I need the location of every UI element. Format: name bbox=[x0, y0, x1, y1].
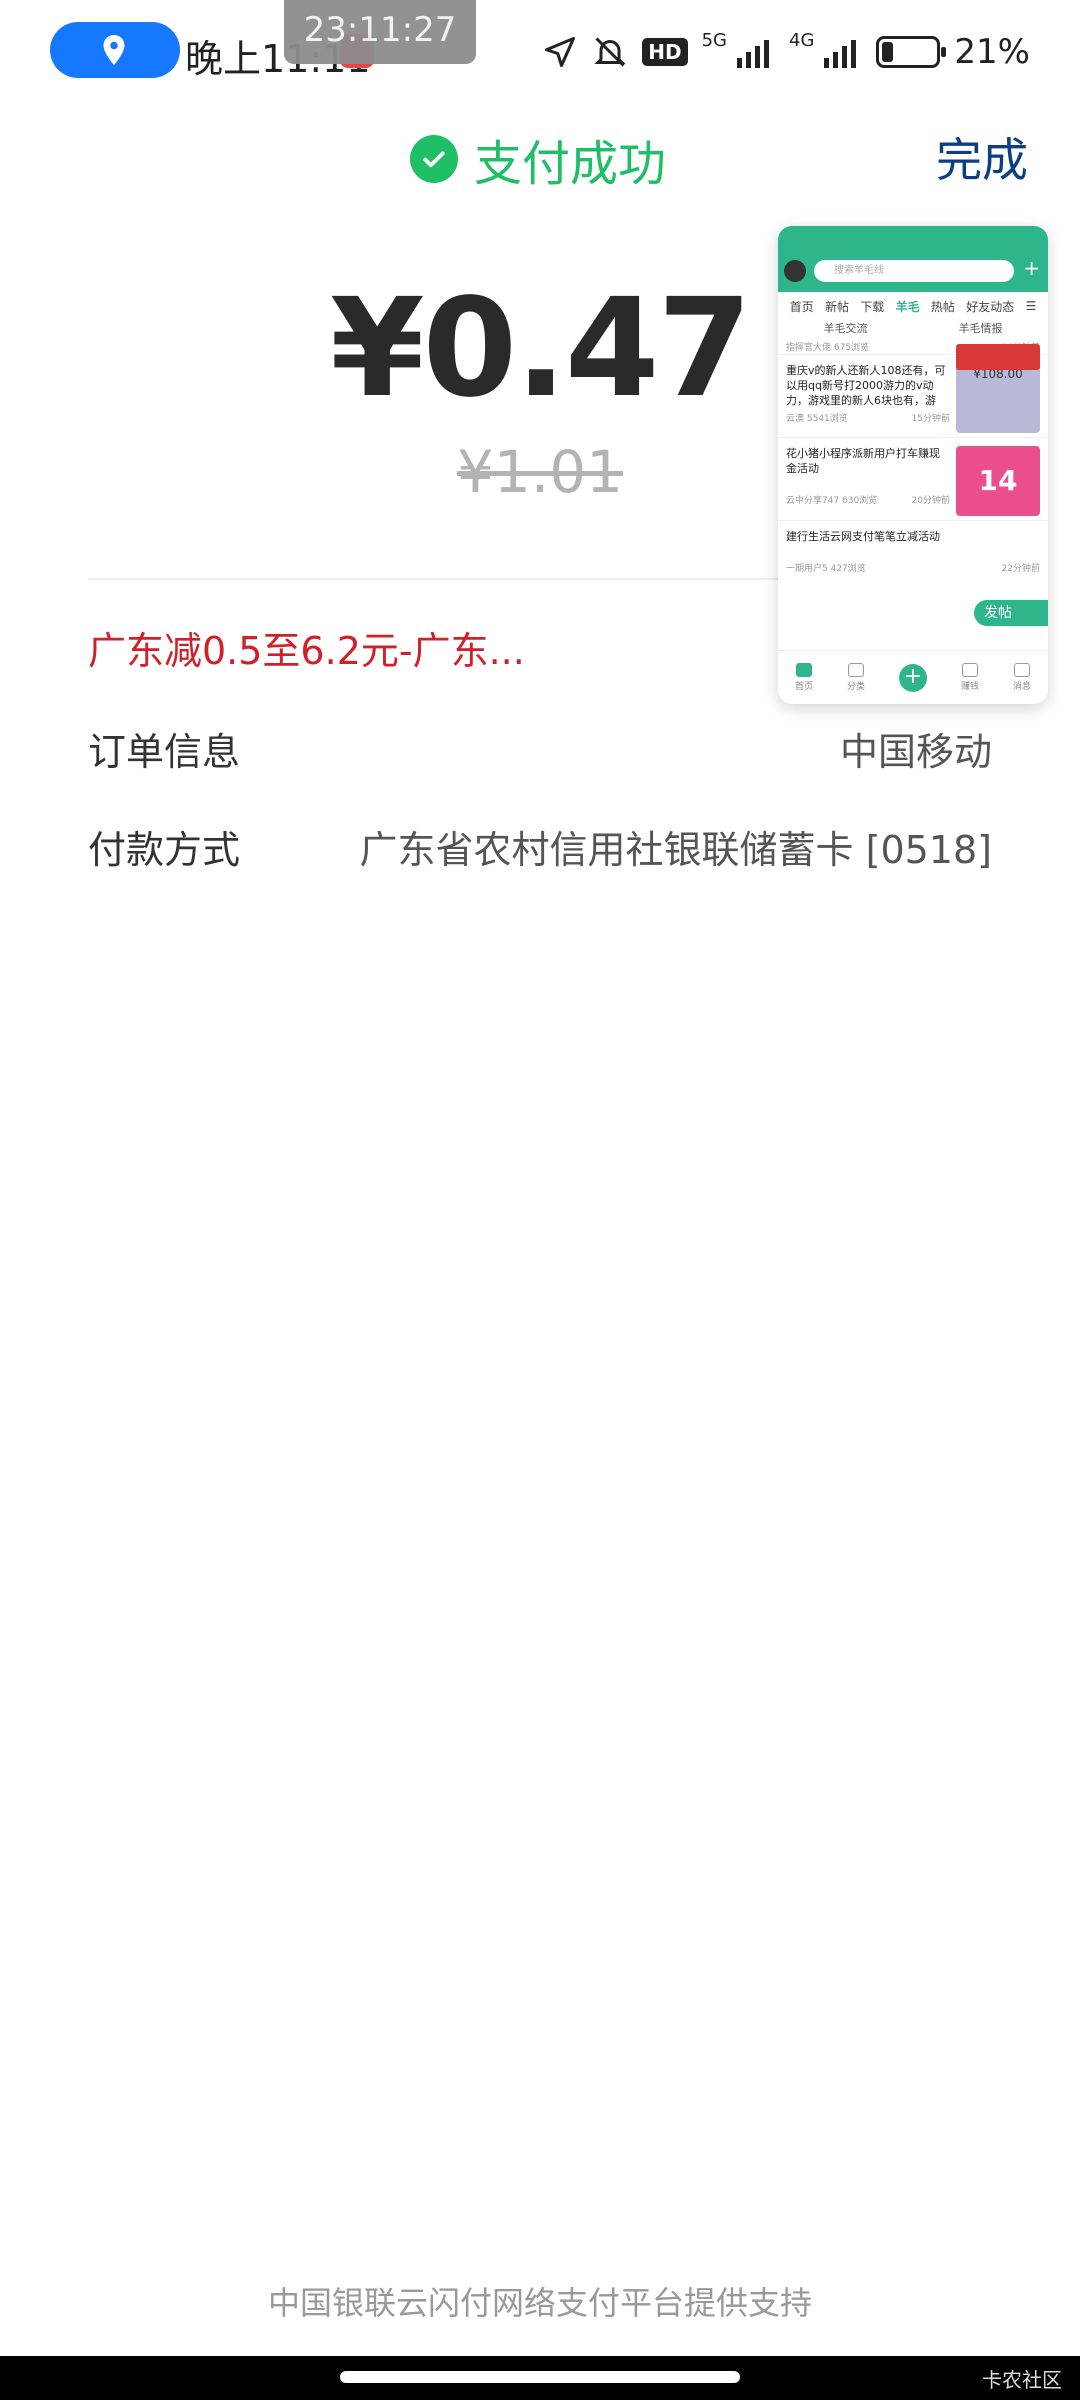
pip-item-meta: 一期用户5 427浏览 bbox=[786, 564, 866, 574]
pip-item-time: 15分钟前 bbox=[911, 414, 950, 424]
check-circle-icon bbox=[410, 135, 458, 183]
payment-method-value: 广东省农村信用社银联储蓄卡 [0518] bbox=[359, 827, 992, 872]
battery-percent: 21% bbox=[954, 32, 1030, 72]
pip-avatar[interactable] bbox=[784, 260, 806, 282]
pip-bottom-nav: 首页 分类 + 赚钱 消息 bbox=[778, 650, 1048, 704]
payment-method-row: 付款方式 广东省农村信用社银联储蓄卡 [0518] bbox=[88, 816, 992, 876]
pip-item-text: 重庆v的新人还新人108还有，可以用qq新号打2000游力的v动力，游戏里的新人… bbox=[786, 364, 946, 407]
signal-bars-icon-2 bbox=[822, 36, 862, 68]
pip-meta-left: 指挥官大佬 675浏览 bbox=[786, 343, 870, 353]
pip-item-time: 20分钟前 bbox=[911, 496, 950, 506]
pip-item-text: 花小猪小程序派新用户打车赚现金活动 bbox=[786, 447, 940, 475]
pip-item-thumb: 14 bbox=[956, 446, 1040, 516]
status-bar: 晚上11:11 23:11:27 HD 5G 4G 21% bbox=[0, 0, 1080, 100]
pip-banner-thumb bbox=[956, 344, 1040, 370]
pip-post-button[interactable]: 发帖 bbox=[974, 600, 1048, 626]
pip-menu-icon[interactable]: ☰ bbox=[1026, 299, 1037, 313]
system-nav-bar: 卡农社区 bbox=[0, 2356, 1080, 2400]
pip-nav-label: 首页 bbox=[794, 682, 813, 692]
order-info-row: 订单信息 中国移动 bbox=[88, 718, 992, 778]
pip-item-time: 22分钟前 bbox=[1001, 564, 1040, 574]
location-pin-icon bbox=[103, 35, 125, 65]
pip-item-thumb: ¥108.00 bbox=[956, 363, 1040, 433]
battery-level bbox=[882, 42, 894, 62]
pip-tab[interactable]: 下载 bbox=[860, 298, 884, 315]
header: 支付成功 完成 bbox=[0, 100, 1080, 210]
battery-icon bbox=[876, 36, 947, 68]
pip-tab[interactable]: 首页 bbox=[790, 298, 814, 315]
hd-voice-icon: HD bbox=[642, 38, 688, 66]
network-5g-label: 5G bbox=[701, 30, 728, 51]
pip-tab[interactable]: 好友动态 bbox=[966, 298, 1014, 315]
money-bag-icon bbox=[961, 663, 978, 677]
clock-overlay: 23:11:27 bbox=[284, 0, 476, 64]
bell-muted-icon bbox=[592, 34, 628, 70]
order-info-label: 订单信息 bbox=[88, 729, 241, 774]
pip-nav-earn[interactable]: 赚钱 bbox=[961, 663, 979, 692]
pip-item-meta: 云澳 5541浏览 bbox=[786, 414, 848, 424]
pip-tab[interactable]: 热帖 bbox=[931, 298, 955, 315]
pip-tab-active[interactable]: 羊毛 bbox=[896, 298, 920, 315]
page-title: 支付成功 bbox=[474, 136, 667, 192]
watermark: 卡农社区 bbox=[982, 2368, 1062, 2392]
pip-subtabs: 羊毛交流 羊毛情报 bbox=[778, 320, 1048, 340]
pip-nav-label: 消息 bbox=[1012, 682, 1031, 692]
success-title-group: 支付成功 bbox=[410, 124, 666, 194]
pip-nav-home[interactable]: 首页 bbox=[795, 663, 813, 692]
pip-nav-label: 赚钱 bbox=[960, 682, 979, 692]
pip-item-text: 建行生活云网支付笔笔立减活动 bbox=[786, 530, 940, 543]
pip-search-input[interactable]: 搜索羊毛线 bbox=[814, 260, 1014, 282]
pip-list-item[interactable]: 建行生活云网支付笔笔立减活动 一期用户5 427浏览 22分钟前 bbox=[778, 520, 1048, 581]
pip-tabs: 首页 新帖 下载 羊毛 热帖 好友动态 ☰ bbox=[778, 292, 1048, 320]
home-icon bbox=[795, 663, 812, 677]
network-4g-label: 4G bbox=[789, 30, 815, 51]
footer-text: 中国银联云闪付网络支付平台提供支持 bbox=[267, 2284, 812, 2322]
signal-bars-icon bbox=[735, 36, 775, 68]
pip-subtab[interactable]: 羊毛交流 bbox=[824, 320, 868, 340]
navigation-arrow-icon bbox=[542, 34, 578, 70]
pip-nav-label: 分类 bbox=[846, 682, 865, 692]
payment-method-label: 付款方式 bbox=[88, 827, 241, 872]
pip-list-item[interactable]: 花小猪小程序派新用户打车赚现金活动 云中分享747 630浏览 20分钟前 14 bbox=[778, 437, 1048, 520]
pip-item-meta: 云中分享747 630浏览 bbox=[786, 496, 878, 506]
location-pill[interactable] bbox=[50, 22, 180, 78]
pip-tab[interactable]: 新帖 bbox=[825, 298, 849, 315]
pip-subtab[interactable]: 羊毛情报 bbox=[959, 320, 1003, 340]
pip-header: 搜索羊毛线 + bbox=[778, 226, 1048, 292]
order-info-value: 中国移动 bbox=[839, 729, 992, 774]
pip-nav-category[interactable]: 分类 bbox=[847, 663, 865, 692]
floating-app-window[interactable]: 搜索羊毛线 + 首页 新帖 下载 羊毛 热帖 好友动态 ☰ 羊毛交流 羊毛情报 … bbox=[778, 226, 1048, 704]
category-icon bbox=[847, 663, 864, 677]
pip-plus-icon[interactable]: + bbox=[1023, 256, 1040, 280]
done-button[interactable]: 完成 bbox=[936, 124, 1028, 190]
status-icons: HD 5G 4G 21% bbox=[542, 28, 1030, 76]
home-indicator[interactable] bbox=[340, 2371, 740, 2383]
mail-icon bbox=[1013, 663, 1030, 677]
pip-nav-add-button[interactable]: + bbox=[898, 663, 927, 692]
promo-text[interactable]: 广东减0.5至6.2元-广东... bbox=[88, 620, 525, 675]
pip-nav-messages[interactable]: 消息 bbox=[1013, 663, 1031, 692]
